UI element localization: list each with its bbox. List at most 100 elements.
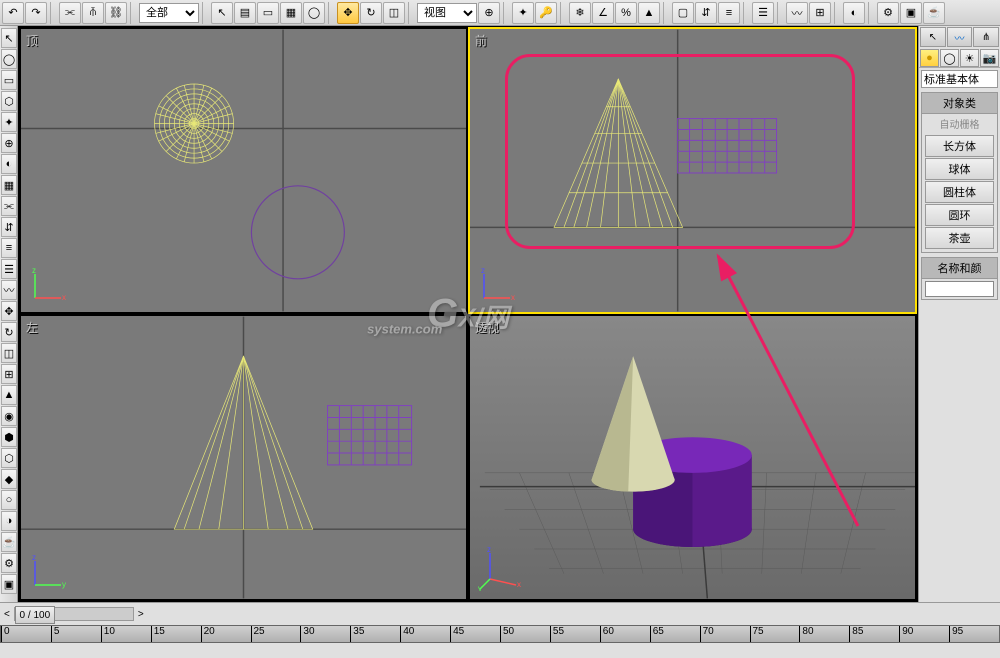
scale-button[interactable]: ◫	[383, 2, 405, 24]
lp-btn-21[interactable]: ⬡	[1, 448, 17, 468]
lp-btn-25[interactable]: ☕	[1, 532, 17, 552]
snap-button[interactable]: ❄	[569, 2, 591, 24]
link-button[interactable]: ⫘	[59, 2, 81, 24]
percent-snap-button[interactable]: %	[615, 2, 637, 24]
lp-btn-15[interactable]: ↻	[1, 322, 17, 342]
svg-text:x: x	[517, 580, 521, 589]
tab-create[interactable]: ↖	[920, 27, 946, 47]
lp-btn-20[interactable]: ⬢	[1, 427, 17, 447]
lp-btn-3[interactable]: ▭	[1, 70, 17, 90]
ruler-mark: 45	[450, 626, 464, 642]
select-name-button[interactable]: ▤	[234, 2, 256, 24]
quick-render-button[interactable]: ☕	[923, 2, 945, 24]
time-ruler[interactable]: 05101520253035404550556065707580859095	[0, 625, 1000, 643]
ruler-mark: 40	[400, 626, 414, 642]
rotate-button[interactable]: ↻	[360, 2, 382, 24]
torus-button[interactable]: 圆环	[925, 204, 994, 226]
viewport-left[interactable]: 左 zy	[20, 315, 467, 600]
lp-btn-27[interactable]: ▣	[1, 574, 17, 594]
lp-btn-22[interactable]: ◆	[1, 469, 17, 489]
keymode-button[interactable]: 🔑	[535, 2, 557, 24]
pivot-button[interactable]: ⊕	[478, 2, 500, 24]
select-rect-button[interactable]: ▭	[257, 2, 279, 24]
geometry-tab[interactable]: ●	[920, 49, 939, 67]
move-button[interactable]: ✥	[337, 2, 359, 24]
mirror-button[interactable]: ⇵	[695, 2, 717, 24]
object-name-input[interactable]	[925, 281, 994, 297]
selection-filter-dropdown[interactable]: 全部	[139, 3, 199, 23]
redo-button[interactable]: ↷	[25, 2, 47, 24]
render-frame-button[interactable]: ▣	[900, 2, 922, 24]
lp-btn-12[interactable]: ☰	[1, 259, 17, 279]
lp-btn-8[interactable]: ▦	[1, 175, 17, 195]
lights-tab[interactable]: ☀	[960, 49, 979, 67]
lp-btn-13[interactable]: 〰	[1, 280, 17, 300]
viewport-perspective-label: 透视	[475, 319, 499, 336]
top-toolbar: ↶ ↷ ⫘ ⫚ ⛓ 全部 ↖ ▤ ▭ ▦ ◯ ✥ ↻ ◫ 视图 ⊕ ✦ 🔑 ❄ …	[0, 0, 1000, 26]
sphere-icon: ●	[926, 52, 933, 64]
unlink-button[interactable]: ⫚	[82, 2, 104, 24]
select-button[interactable]: ↖	[211, 2, 233, 24]
cameras-tab[interactable]: 📷	[980, 49, 999, 67]
render-setup-button[interactable]: ⚙	[877, 2, 899, 24]
named-sel-button[interactable]: ▢	[672, 2, 694, 24]
window-crossing-button[interactable]: ▦	[280, 2, 302, 24]
schematic-button[interactable]: ⊞	[809, 2, 831, 24]
time-slider-handle[interactable]: 0 / 100	[15, 606, 55, 624]
layer-button[interactable]: ☰	[752, 2, 774, 24]
ruler-mark: 60	[600, 626, 614, 642]
teapot-button[interactable]: 茶壶	[925, 227, 994, 249]
ruler-mark: 25	[251, 626, 265, 642]
viewport-top-label: 顶	[26, 32, 38, 49]
rollout-header-2[interactable]: 名称和颜	[922, 258, 997, 279]
rollout-header[interactable]: 对象类	[922, 93, 997, 114]
lp-btn-23[interactable]: ○	[1, 490, 17, 510]
bind-button[interactable]: ⛓	[105, 2, 127, 24]
ruler-mark: 20	[201, 626, 215, 642]
command-panel-tabs: ↖ 〰 ⋔	[919, 26, 1000, 48]
cylinder-button[interactable]: 圆柱体	[925, 181, 994, 203]
lp-btn-14[interactable]: ✥	[1, 301, 17, 321]
select-circle-button[interactable]: ◯	[303, 2, 325, 24]
manipulate-button[interactable]: ✦	[512, 2, 534, 24]
lp-btn-9[interactable]: ⫘	[1, 196, 17, 216]
lp-btn-18[interactable]: ▲	[1, 385, 17, 405]
viewport-perspective[interactable]: 透视	[469, 315, 916, 600]
viewport-top[interactable]: 顶 zx	[20, 28, 467, 313]
ruler-mark: 0	[1, 626, 10, 642]
lp-btn-24[interactable]: ◑	[1, 511, 17, 531]
lp-btn-4[interactable]: ⬡	[1, 91, 17, 111]
tab-modify[interactable]: 〰	[947, 27, 973, 47]
ruler-mark: 95	[949, 626, 963, 642]
create-subtabs: ● ◯ ☀ 📷	[919, 48, 1000, 68]
curve-editor-button[interactable]: 〰	[786, 2, 808, 24]
shapes-tab[interactable]: ◯	[940, 49, 959, 67]
align-button[interactable]: ≡	[718, 2, 740, 24]
lp-btn-19[interactable]: ◉	[1, 406, 17, 426]
undo-button[interactable]: ↶	[2, 2, 24, 24]
angle-snap-button[interactable]: ∠	[592, 2, 614, 24]
svg-text:y: y	[62, 580, 66, 589]
lp-btn-17[interactable]: ⊞	[1, 364, 17, 384]
viewport-front-label: 前	[475, 32, 487, 49]
spinner-snap-button[interactable]: ▲	[638, 2, 660, 24]
viewport-container: 顶 zx	[18, 26, 918, 602]
lp-btn-1[interactable]: ↖	[1, 28, 17, 48]
lp-btn-2[interactable]: ◯	[1, 49, 17, 69]
lp-btn-16[interactable]: ◫	[1, 343, 17, 363]
category-dropdown[interactable]: 标准基本体	[921, 70, 998, 88]
lp-btn-10[interactable]: ⇵	[1, 217, 17, 237]
material-button[interactable]: ◐	[843, 2, 865, 24]
lp-btn-26[interactable]: ⚙	[1, 553, 17, 573]
sphere-button[interactable]: 球体	[925, 158, 994, 180]
time-slider[interactable]: 0 / 100	[14, 607, 134, 621]
lp-btn-11[interactable]: ≡	[1, 238, 17, 258]
lp-btn-5[interactable]: ✦	[1, 112, 17, 132]
coord-system-dropdown[interactable]: 视图	[417, 3, 477, 23]
tab-hierarchy[interactable]: ⋔	[973, 27, 999, 47]
box-button[interactable]: 长方体	[925, 135, 994, 157]
viewport-front[interactable]: 前 zx	[469, 28, 916, 313]
viewport-left-label: 左	[26, 319, 38, 336]
lp-btn-6[interactable]: ⊕	[1, 133, 17, 153]
lp-btn-7[interactable]: ◐	[1, 154, 17, 174]
